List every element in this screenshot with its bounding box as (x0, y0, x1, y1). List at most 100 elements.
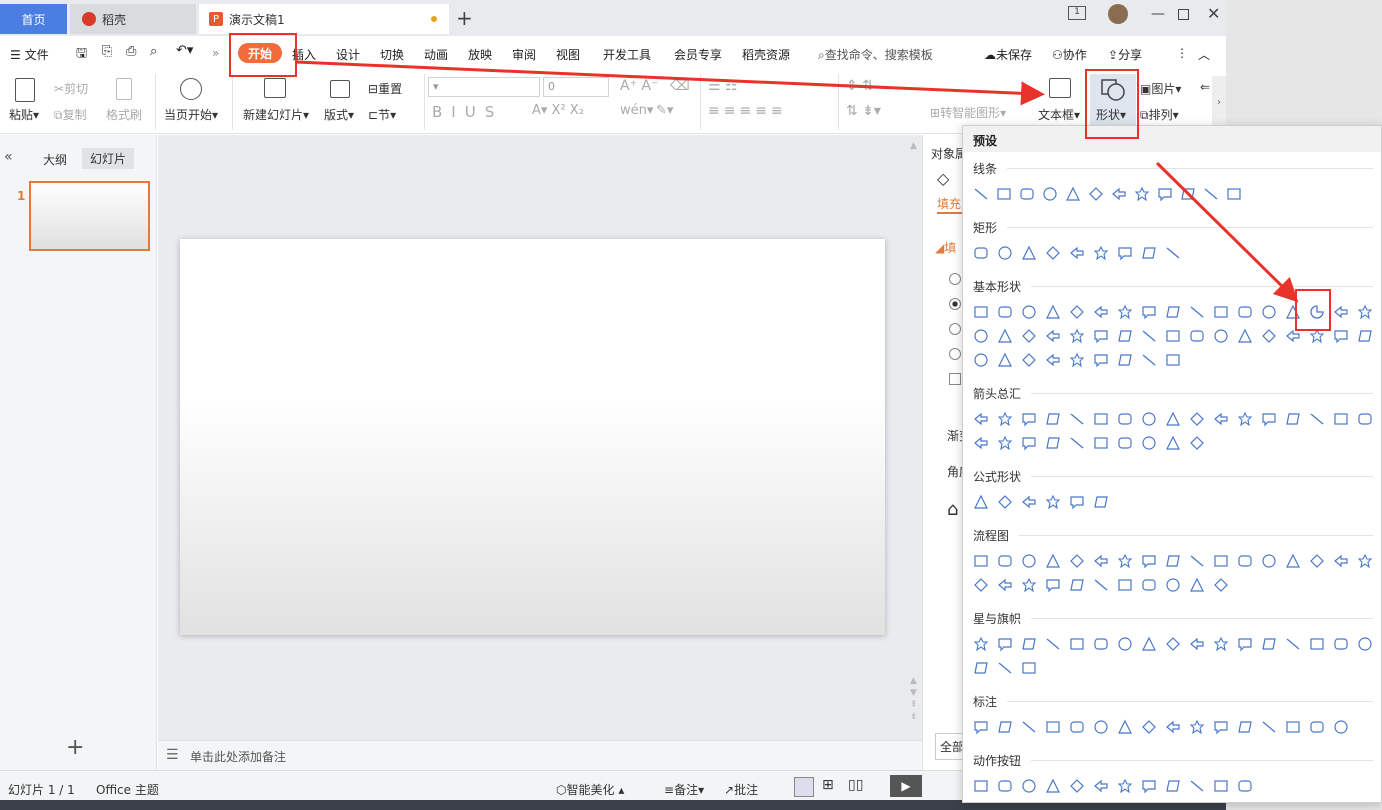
shape-option-icon[interactable] (1189, 577, 1205, 593)
shape-option-icon[interactable] (1213, 636, 1229, 652)
slide-thumbnail[interactable] (29, 181, 150, 251)
shape-option-icon[interactable] (1045, 352, 1061, 368)
shape-option-icon[interactable] (1065, 186, 1081, 202)
shape-option-icon[interactable] (1021, 660, 1037, 676)
paste-button[interactable]: 粘贴▾ (9, 106, 39, 123)
shape-option-icon[interactable] (997, 411, 1013, 427)
reset-button[interactable]: ⊟重置 (368, 80, 402, 97)
menu-design[interactable]: 设计 (336, 46, 360, 63)
shape-option-icon[interactable] (1093, 435, 1109, 451)
text-direction-icon[interactable]: ⇕ ⇅ (846, 78, 874, 94)
shape-option-icon[interactable] (1069, 352, 1085, 368)
shape-option-icon[interactable] (1069, 435, 1085, 451)
layout-button[interactable]: 版式▾ (324, 106, 354, 123)
scroll-up-icon[interactable]: ▲ (910, 141, 918, 161)
shape-option-icon[interactable] (1021, 435, 1037, 451)
format-painter-button[interactable]: 格式刷 (106, 106, 142, 123)
radio-option[interactable] (949, 348, 961, 360)
shape-option-icon[interactable] (1069, 304, 1085, 320)
shape-option-icon[interactable] (1021, 245, 1037, 261)
shape-option-icon[interactable] (1045, 304, 1061, 320)
shape-option-icon[interactable] (1237, 636, 1253, 652)
normal-view-icon[interactable] (794, 777, 814, 797)
shape-option-icon[interactable] (1157, 186, 1173, 202)
shape-option-icon[interactable] (1237, 411, 1253, 427)
shape-option-icon[interactable] (1213, 411, 1229, 427)
shape-option-icon[interactable] (1117, 719, 1133, 735)
search-command[interactable]: ⌕查找命令、搜索模板 (818, 46, 933, 63)
shape-option-icon[interactable] (1117, 328, 1133, 344)
shape-option-icon[interactable] (1069, 719, 1085, 735)
shape-option-icon[interactable] (1285, 719, 1301, 735)
shape-option-icon[interactable] (1213, 719, 1229, 735)
from-current-button[interactable]: 当页开始▾ (164, 106, 218, 123)
shape-option-icon[interactable] (997, 494, 1013, 510)
shape-option-icon[interactable] (973, 494, 989, 510)
shape-option-icon[interactable] (1333, 553, 1349, 569)
shape-option-icon[interactable] (1189, 719, 1205, 735)
checkbox[interactable] (949, 373, 961, 385)
shape-option-icon[interactable] (1226, 186, 1242, 202)
radio-option[interactable] (949, 273, 961, 285)
line-spacing-icon[interactable]: ⇅ ⇟▾ (846, 103, 881, 119)
undo-icon[interactable]: ↶▾ (176, 43, 193, 58)
shape-option-icon[interactable] (1093, 636, 1109, 652)
reading-view-icon[interactable]: ▯▯ (848, 777, 863, 793)
shape-option-icon[interactable] (1309, 411, 1325, 427)
pinyin-icon[interactable]: wén▾ (620, 103, 653, 118)
shape-option-icon[interactable] (1357, 328, 1373, 344)
shape-option-icon[interactable] (997, 660, 1013, 676)
shape-option-icon[interactable] (1165, 719, 1181, 735)
shape-option-icon[interactable] (1045, 636, 1061, 652)
shape-option-icon[interactable] (1093, 304, 1109, 320)
shape-option-icon[interactable] (1019, 186, 1035, 202)
radio-option[interactable] (949, 323, 961, 335)
shape-option-icon[interactable] (973, 352, 989, 368)
shape-option-icon[interactable] (1189, 411, 1205, 427)
file-menu[interactable]: ☰ 文件 (10, 46, 49, 63)
cut-button[interactable]: ✂剪切 (54, 80, 88, 97)
notes-bar[interactable]: ☰ 单击此处添加备注 (158, 740, 922, 770)
font-style-buttons[interactable]: BIUS (432, 103, 503, 121)
shape-option-icon[interactable] (1117, 636, 1133, 652)
shape-option-icon[interactable] (1134, 186, 1150, 202)
font-color-icon[interactable]: A▾ X² X₂ (532, 103, 584, 118)
shape-option-icon[interactable] (1261, 553, 1277, 569)
shape-option-icon[interactable] (1309, 636, 1325, 652)
new-slide-button[interactable]: 新建幻灯片▾ (243, 106, 309, 123)
shape-option-icon[interactable] (1045, 553, 1061, 569)
shape-option-icon[interactable] (1165, 245, 1181, 261)
shape-option-icon[interactable] (1213, 304, 1229, 320)
shape-option-icon[interactable] (997, 304, 1013, 320)
shape-option-icon[interactable] (1093, 352, 1109, 368)
font-grow-shrink-icon[interactable]: A⁺ A⁻ (620, 78, 658, 94)
shape-option-icon[interactable] (1213, 778, 1229, 794)
shape-option-icon[interactable] (997, 577, 1013, 593)
more-ribbon-icon[interactable]: ⇐ (1200, 80, 1210, 94)
avatar[interactable] (1108, 4, 1128, 24)
shape-option-icon[interactable] (996, 186, 1012, 202)
shape-option-icon[interactable] (1045, 719, 1061, 735)
add-slide-plus-icon[interactable]: + (66, 735, 84, 760)
menu-daoke-resources[interactable]: 稻壳资源 (742, 46, 790, 63)
shape-option-icon[interactable] (1069, 245, 1085, 261)
shape-option-icon[interactable] (1333, 328, 1349, 344)
shape-option-icon[interactable] (1117, 304, 1133, 320)
shape-option-icon[interactable] (1021, 553, 1037, 569)
textbox-button[interactable]: 文本框▾ (1038, 106, 1080, 123)
tab-home[interactable]: 首页 (0, 4, 67, 34)
shape-option-icon[interactable] (1333, 304, 1349, 320)
shape-option-icon[interactable] (1069, 328, 1085, 344)
shape-option-icon[interactable] (1069, 494, 1085, 510)
notes-button[interactable]: ≡备注▾ (664, 781, 704, 798)
menu-member[interactable]: 会员专享 (674, 46, 722, 63)
shape-option-icon[interactable] (1165, 577, 1181, 593)
shape-option-icon[interactable] (1203, 186, 1219, 202)
shape-option-icon[interactable] (1111, 186, 1127, 202)
shape-option-icon[interactable] (1045, 328, 1061, 344)
save-icon[interactable]: 🖫 (76, 44, 87, 66)
shape-option-icon[interactable] (997, 719, 1013, 735)
shape-option-icon[interactable] (1045, 411, 1061, 427)
shape-option-icon[interactable] (1021, 304, 1037, 320)
picture-button[interactable]: ▣图片▾ (1140, 80, 1181, 97)
